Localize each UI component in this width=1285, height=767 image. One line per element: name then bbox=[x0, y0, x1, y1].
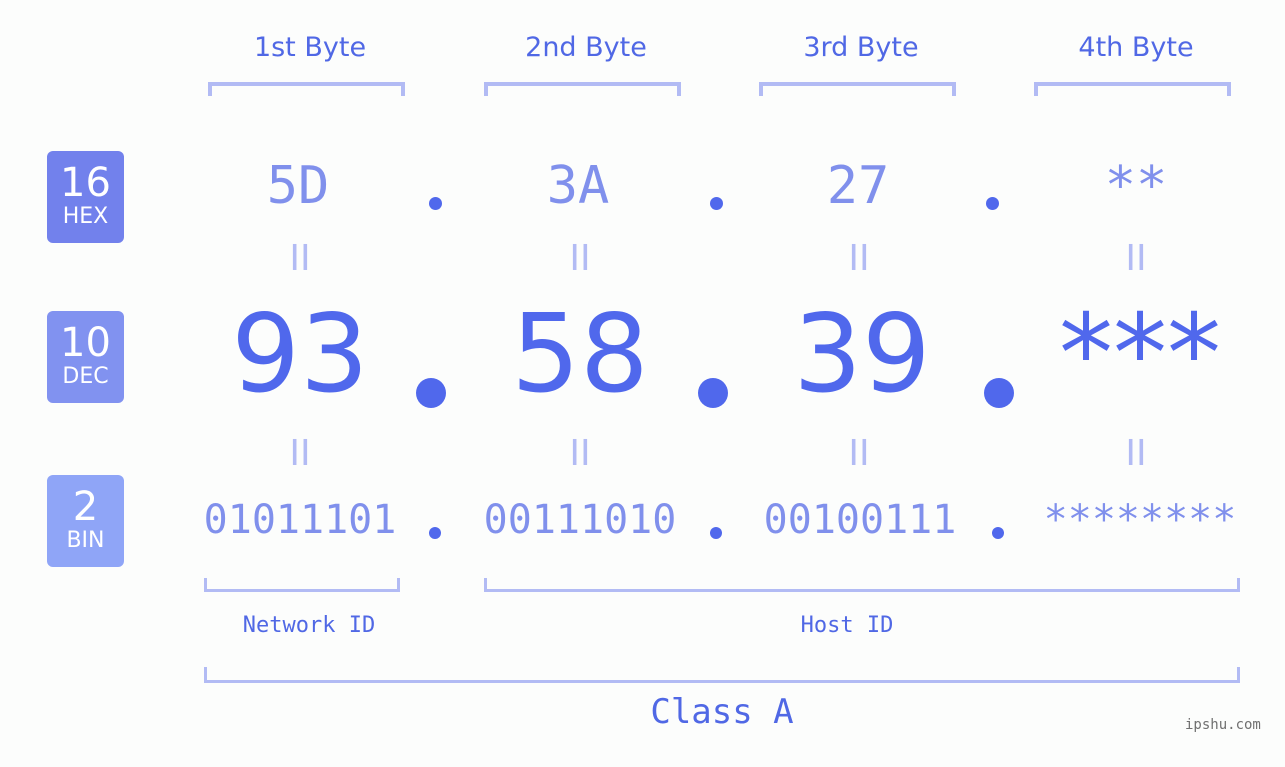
bin-base: 2 bbox=[72, 484, 99, 530]
hex-base: 16 bbox=[60, 160, 111, 206]
ip-class-label: Class A bbox=[650, 692, 794, 732]
network-id-label: Network ID bbox=[242, 613, 376, 638]
dec-value-2: 58 bbox=[511, 292, 649, 417]
dec-value-3: 39 bbox=[793, 292, 931, 417]
byte-bracket-3 bbox=[759, 82, 956, 96]
byte-bracket-1 bbox=[208, 82, 405, 96]
watermark: ipshu.com bbox=[1185, 717, 1261, 733]
dec-dot-3 bbox=[984, 378, 1014, 408]
hex-value-3: 27 bbox=[826, 156, 890, 216]
bin-value-1: 01011101 bbox=[203, 497, 397, 543]
equals-icon: II bbox=[1125, 433, 1147, 474]
host-id-label: Host ID bbox=[800, 613, 894, 638]
equals-icon: II bbox=[289, 238, 311, 279]
equals-icon: II bbox=[848, 238, 870, 279]
byte-label-1: 1st Byte bbox=[253, 32, 367, 63]
equals-icon: II bbox=[289, 433, 311, 474]
equals-icon: II bbox=[569, 433, 591, 474]
dec-unit: DEC bbox=[62, 364, 109, 389]
class-bracket bbox=[204, 667, 1240, 683]
byte-label-4: 4th Byte bbox=[1078, 32, 1194, 63]
dec-dot-2 bbox=[698, 378, 728, 408]
hex-unit: HEX bbox=[62, 204, 109, 229]
byte-label-2: 2nd Byte bbox=[525, 32, 647, 63]
hex-value-1: 5D bbox=[266, 156, 330, 216]
equals-icon: II bbox=[1125, 238, 1147, 279]
hex-dot-2 bbox=[710, 197, 723, 210]
dec-badge: 10 DEC bbox=[47, 311, 124, 403]
byte-bracket-4 bbox=[1034, 82, 1231, 96]
bin-badge: 2 BIN bbox=[47, 475, 124, 567]
dec-value-4: *** bbox=[1059, 292, 1221, 417]
bin-value-3: 00100111 bbox=[763, 497, 957, 543]
hex-dot-3 bbox=[986, 197, 999, 210]
byte-bracket-2 bbox=[484, 82, 681, 96]
host-bracket bbox=[484, 578, 1240, 592]
byte-label-3: 3rd Byte bbox=[803, 32, 919, 63]
network-bracket bbox=[204, 578, 400, 592]
dec-base: 10 bbox=[60, 320, 111, 366]
bin-value-4: ******** bbox=[1043, 497, 1237, 543]
hex-value-4: ** bbox=[1104, 156, 1168, 216]
hex-dot-1 bbox=[429, 197, 442, 210]
bin-unit: BIN bbox=[66, 528, 105, 553]
equals-icon: II bbox=[569, 238, 591, 279]
equals-icon: II bbox=[848, 433, 870, 474]
hex-badge: 16 HEX bbox=[47, 151, 124, 243]
bin-value-2: 00111010 bbox=[483, 497, 677, 543]
bin-dot-2 bbox=[710, 527, 722, 539]
dec-value-1: 93 bbox=[231, 292, 369, 417]
dec-dot-1 bbox=[416, 378, 446, 408]
bin-dot-3 bbox=[992, 527, 1004, 539]
bin-dot-1 bbox=[429, 527, 441, 539]
hex-value-2: 3A bbox=[546, 156, 610, 216]
